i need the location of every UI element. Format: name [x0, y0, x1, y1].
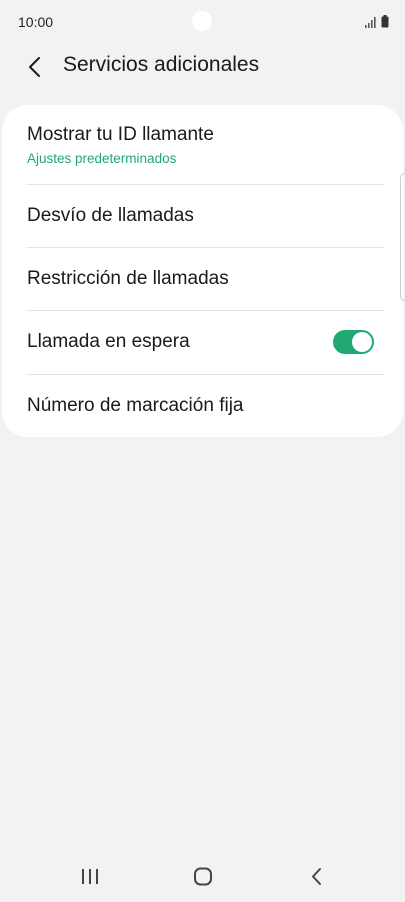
call-barring-label: Restricción de llamadas: [27, 268, 229, 289]
status-bar: 10:00: [0, 0, 405, 44]
back-icon: [312, 868, 321, 885]
fixed-dialing-label: Número de marcación fija: [27, 395, 244, 416]
status-time: 10:00: [18, 14, 54, 30]
header: Servicios adicionales: [0, 44, 405, 90]
fixed-dialing-item[interactable]: Número de marcación fija: [2, 375, 403, 437]
home-icon: [194, 867, 212, 886]
call-waiting-item[interactable]: Llamada en espera: [2, 311, 403, 374]
page-title: Servicios adicionales: [63, 53, 260, 76]
caller-id-sublabel: Ajustes predeterminados: [27, 151, 177, 166]
toggle-knob: [352, 332, 372, 352]
recent-apps-button[interactable]: [70, 862, 110, 892]
call-waiting-label: Llamada en espera: [27, 331, 190, 352]
back-button[interactable]: [20, 52, 50, 82]
chevron-left-icon: [29, 57, 40, 77]
call-forwarding-item[interactable]: Desvío de llamadas: [2, 185, 403, 247]
call-forwarding-label: Desvío de llamadas: [27, 205, 194, 226]
settings-card: Mostrar tu ID llamante Ajustes predeterm…: [2, 105, 403, 437]
recent-apps-icon: [82, 869, 98, 884]
signal-icon: [365, 17, 376, 28]
edge-panel-handle[interactable]: [400, 173, 405, 301]
call-barring-item[interactable]: Restricción de llamadas: [2, 248, 403, 310]
camera-cutout: [192, 11, 212, 31]
navigation-bar: [0, 852, 405, 902]
caller-id-item[interactable]: Mostrar tu ID llamante Ajustes predeterm…: [2, 105, 403, 184]
call-waiting-toggle[interactable]: [333, 330, 374, 354]
battery-icon: [381, 15, 389, 28]
caller-id-label: Mostrar tu ID llamante: [27, 124, 214, 145]
nav-back-button[interactable]: [296, 862, 336, 892]
home-button[interactable]: [183, 862, 223, 892]
